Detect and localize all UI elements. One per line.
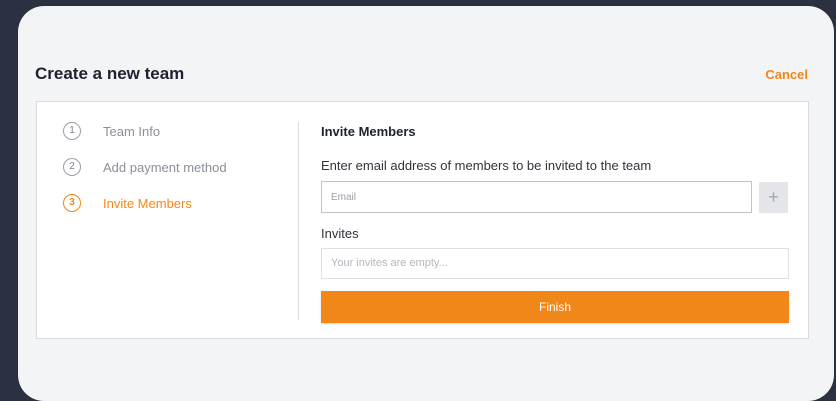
email-input[interactable]: [321, 181, 752, 213]
vertical-divider: [298, 122, 299, 320]
plus-icon: +: [768, 186, 779, 207]
step-label: Team Info: [103, 124, 161, 139]
finish-button[interactable]: Finish: [321, 291, 789, 323]
step-number-badge: 3: [63, 194, 81, 212]
step-team-info[interactable]: 1 Team Info: [63, 122, 283, 158]
step-label: Add payment method: [103, 160, 227, 175]
cancel-button[interactable]: Cancel: [765, 67, 808, 82]
invites-list: Your invites are empty...: [321, 248, 789, 279]
email-row: +: [321, 181, 789, 213]
step-number-badge: 1: [63, 122, 81, 140]
invite-members-section: Invite Members Enter email address of me…: [321, 124, 789, 323]
step-number-badge: 2: [63, 158, 81, 176]
modal-title: Create a new team: [35, 64, 185, 83]
section-title: Invite Members: [321, 124, 416, 139]
step-list: 1 Team Info 2 Add payment method 3 Invit…: [63, 122, 283, 230]
step-invite-members[interactable]: 3 Invite Members: [63, 194, 283, 230]
add-invite-button[interactable]: +: [759, 181, 788, 213]
step-add-payment-method[interactable]: 2 Add payment method: [63, 158, 283, 194]
invites-label: Invites: [321, 226, 359, 241]
wizard-panel: 1 Team Info 2 Add payment method 3 Invit…: [36, 101, 809, 339]
email-field-label: Enter email address of members to be inv…: [321, 158, 652, 173]
step-label: Invite Members: [103, 196, 192, 211]
create-team-modal: Create a new team Cancel 1 Team Info 2 A…: [18, 6, 834, 401]
